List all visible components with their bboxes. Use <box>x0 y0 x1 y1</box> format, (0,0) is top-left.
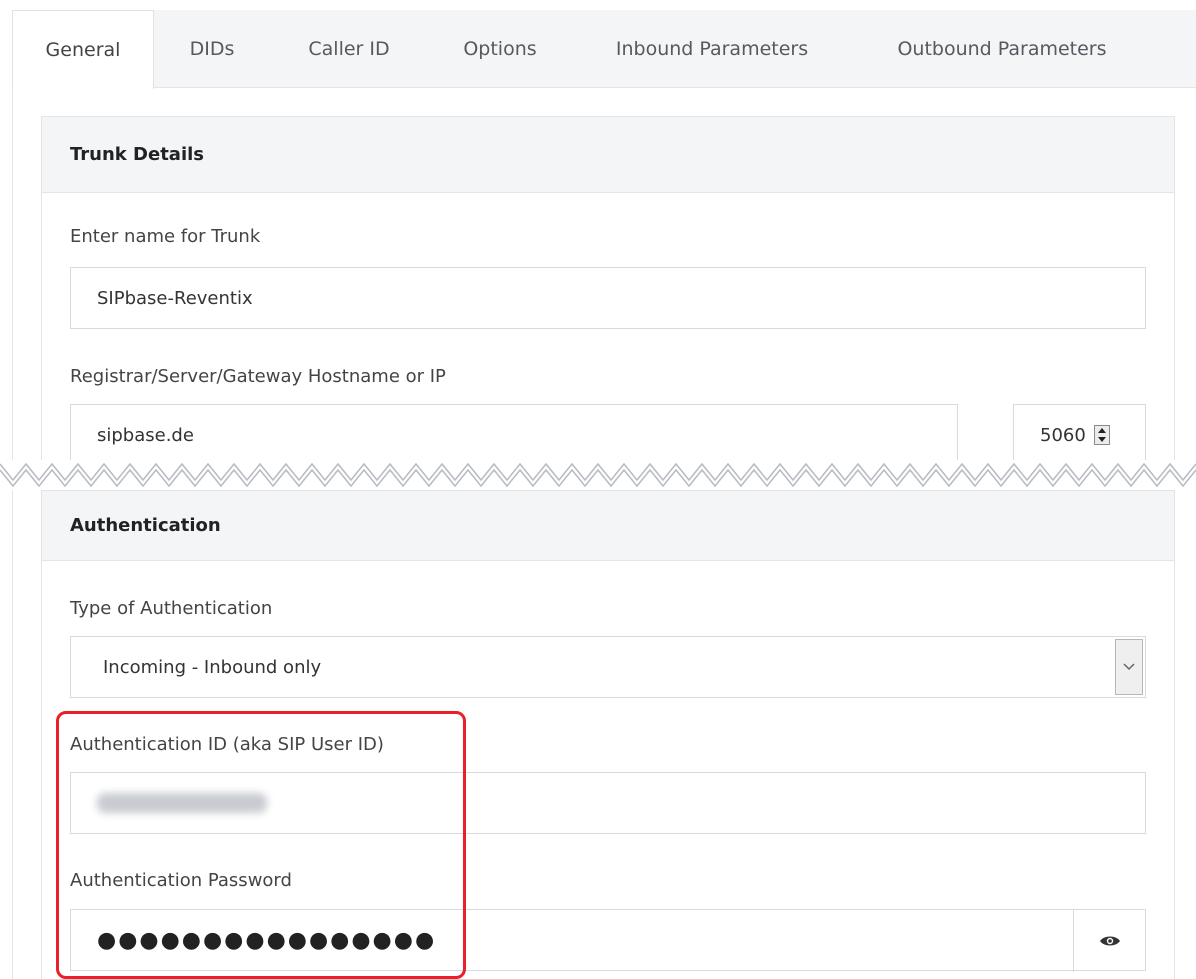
port-input[interactable]: 5060 <box>1013 404 1146 466</box>
tab-dids[interactable]: DIDs <box>168 10 256 88</box>
host-value: sipbase.de <box>97 424 194 446</box>
reveal-password-button[interactable] <box>1073 910 1145 972</box>
eye-icon <box>1099 936 1120 946</box>
tab-general[interactable]: General <box>12 10 154 89</box>
tab-label: Inbound Parameters <box>615 38 809 60</box>
tab-outbound-parameters[interactable]: Outbound Parameters <box>868 10 1136 88</box>
content-left-border <box>12 88 13 979</box>
trunk-name-input[interactable]: SIPbase-Reventix <box>70 267 1146 329</box>
tab-label: Options <box>463 38 537 60</box>
chevron-down-icon[interactable] <box>1115 639 1143 695</box>
trunk-name-label: Enter name for Trunk <box>70 226 261 247</box>
spinner-arrows-icon[interactable] <box>1093 425 1110 445</box>
host-input[interactable]: sipbase.de <box>70 404 958 466</box>
tab-options[interactable]: Options <box>440 10 560 88</box>
tab-label: DIDs <box>189 38 235 60</box>
tab-bar: General DIDs Caller ID Options Inbound P… <box>12 10 1196 89</box>
auth-type-label: Type of Authentication <box>70 598 273 619</box>
highlight-annotation <box>56 711 466 979</box>
tab-label: General <box>45 39 121 61</box>
auth-type-value: Incoming - Inbound only <box>103 656 322 678</box>
trunk-details-heading: Trunk Details <box>42 117 1174 193</box>
port-value: 5060 <box>1040 424 1086 446</box>
auth-type-select[interactable]: Incoming - Inbound only <box>70 636 1146 698</box>
tab-inbound-parameters[interactable]: Inbound Parameters <box>584 10 840 88</box>
tab-label: Outbound Parameters <box>897 38 1107 60</box>
torn-edge-separator <box>0 460 1196 490</box>
authentication-heading: Authentication <box>42 491 1174 561</box>
host-label: Registrar/Server/Gateway Hostname or IP <box>70 366 446 387</box>
tab-caller-id[interactable]: Caller ID <box>282 10 416 88</box>
trunk-name-value: SIPbase-Reventix <box>97 287 253 309</box>
tab-label: Caller ID <box>308 38 390 60</box>
